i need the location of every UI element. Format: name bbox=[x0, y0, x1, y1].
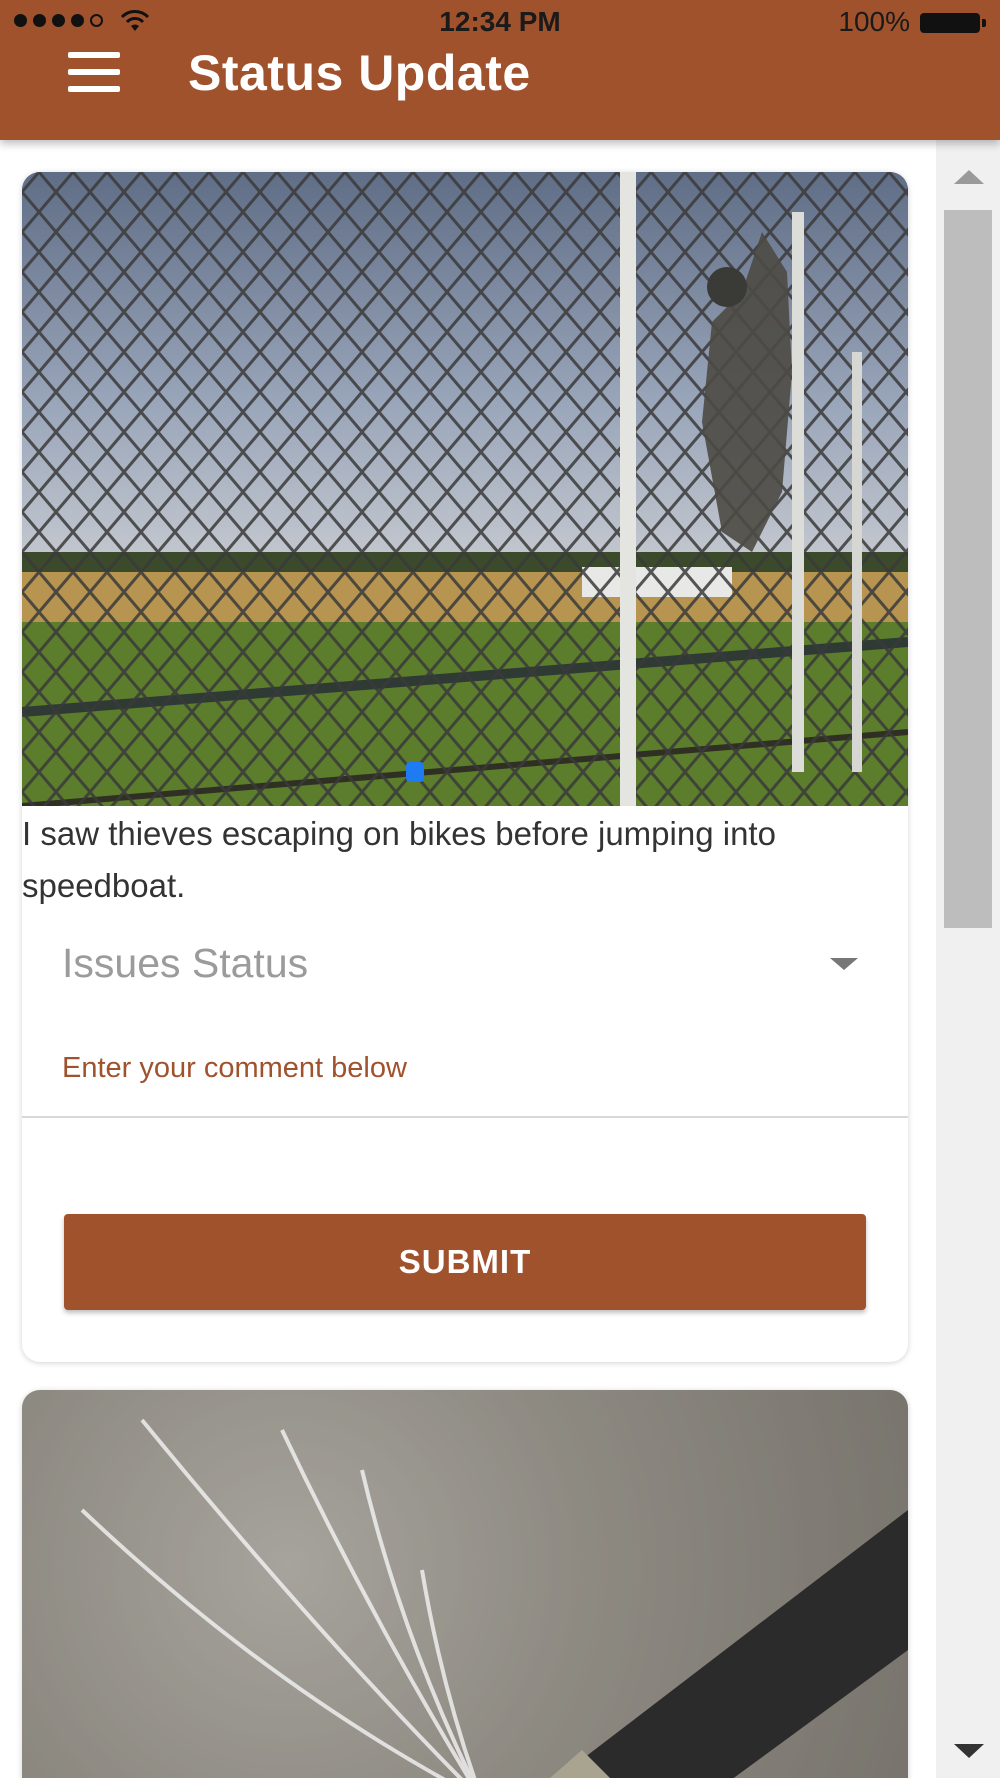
fence-intruder-photo[interactable] bbox=[22, 172, 908, 806]
scroll-down-arrow-icon[interactable] bbox=[954, 1744, 984, 1758]
scroll-up-arrow-icon[interactable] bbox=[954, 170, 984, 184]
submit-button[interactable]: SUBMIT bbox=[64, 1214, 866, 1310]
status-description: I saw thieves escaping on bikes before j… bbox=[22, 815, 776, 904]
status-feed[interactable]: I saw thieves escaping on bikes before j… bbox=[0, 140, 936, 1778]
comment-label: Enter your comment below bbox=[62, 1052, 407, 1084]
carousel-indicator-dot[interactable] bbox=[406, 762, 424, 782]
status-card bbox=[22, 1390, 908, 1778]
status-card: I saw thieves escaping on bikes before j… bbox=[22, 172, 908, 1362]
pipe-photo-art bbox=[22, 1390, 908, 1778]
fence-photo-art bbox=[22, 172, 908, 806]
status-bar: 12:34 PM 100% bbox=[0, 0, 1000, 46]
leaking-pipe-photo[interactable] bbox=[22, 1390, 908, 1778]
scrollbar[interactable] bbox=[936, 140, 1000, 1778]
battery-percentage: 100% bbox=[838, 6, 910, 37]
app-header: 12:34 PM 100% Status Update bbox=[0, 0, 1000, 140]
hamburger-menu-icon[interactable] bbox=[66, 52, 122, 96]
comment-underline bbox=[22, 1116, 908, 1118]
issues-status-select[interactable]: Issues Status bbox=[62, 932, 882, 1002]
scrollbar-thumb[interactable] bbox=[944, 210, 992, 928]
dropdown-caret-icon bbox=[830, 958, 858, 970]
page-title: Status Update bbox=[188, 45, 531, 101]
issues-status-placeholder: Issues Status bbox=[62, 940, 309, 986]
battery-icon bbox=[920, 13, 986, 33]
comment-field[interactable]: Enter your comment below bbox=[22, 1052, 908, 1210]
